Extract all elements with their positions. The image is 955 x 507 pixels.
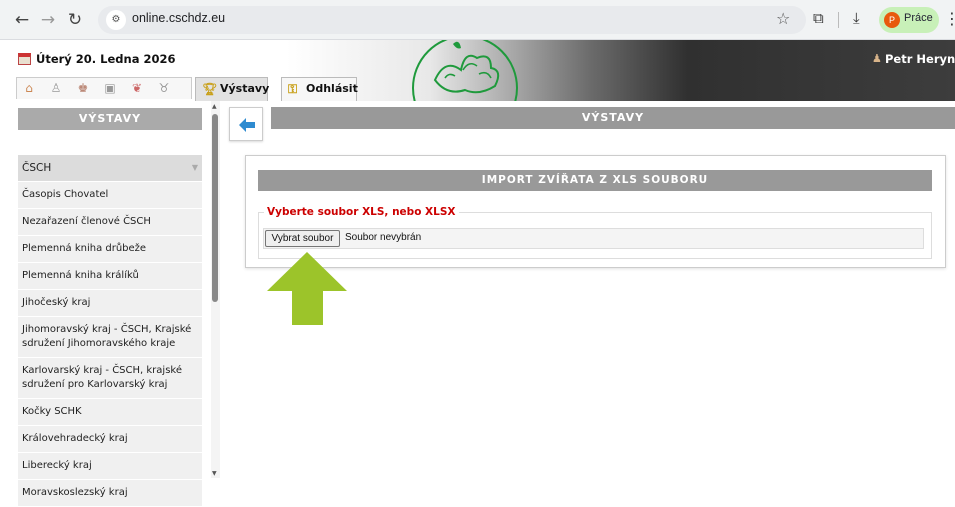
tab-label: Výstavy (220, 82, 270, 95)
extensions-icon[interactable]: ⧉ (813, 9, 824, 27)
calendar-icon (18, 53, 31, 65)
user-icon: ♟ (872, 52, 882, 65)
toolbar-divider (838, 12, 839, 28)
sidebar-item[interactable]: Královehradecký kraj (18, 426, 202, 453)
sidebar-item[interactable]: Karlovarský kraj - ČSCH, krajské sdružen… (18, 358, 202, 399)
back-arrow-icon (239, 118, 255, 132)
sidebar-group-label: ČSCH (22, 162, 52, 174)
user-name[interactable]: Petr Heryne (885, 52, 955, 66)
sidebar-item[interactable]: Kočky SCHK (18, 399, 202, 426)
profile-avatar[interactable]: P (884, 12, 900, 28)
key-icon: ⚿ (288, 82, 298, 96)
page-title: VÝSTAVY (271, 107, 955, 129)
sidebar-item[interactable]: Jihočeský kraj (18, 290, 202, 317)
menu-icon[interactable]: ⋮ (944, 9, 955, 28)
forward-arrow-icon[interactable]: → (36, 8, 60, 32)
back-button[interactable] (229, 107, 263, 141)
profile-label[interactable]: Práce (904, 12, 933, 24)
sidebar-item[interactable]: Plemenná kniha králíků (18, 263, 202, 290)
home-icon[interactable]: ⌂ (22, 81, 36, 95)
sidebar-list: ČSCH ▼ Časopis Chovatel Nezařazení členo… (18, 155, 202, 507)
sidebar-group-csch[interactable]: ČSCH ▼ (18, 155, 202, 182)
choose-file-button[interactable]: Vybrat soubor (265, 230, 340, 247)
users-icon[interactable]: ♙ (49, 81, 63, 95)
rooster-icon[interactable]: ❦ (130, 81, 144, 95)
url-text[interactable]: online.cschdz.eu (132, 11, 225, 25)
tab-label: Odhlásit (306, 82, 358, 95)
site-info-icon[interactable]: ⚙ (106, 10, 126, 30)
people-icon[interactable]: ♚ (76, 81, 90, 95)
back-arrow-icon[interactable]: ← (10, 8, 34, 32)
panel-title: IMPORT ZVÍŘATA Z XLS SOUBORU (258, 170, 932, 191)
scrollbar-thumb[interactable] (212, 114, 218, 302)
sidebar-item[interactable]: Nezařazení členové ČSCH (18, 209, 202, 236)
reload-icon[interactable]: ↻ (63, 8, 87, 32)
book-icon[interactable]: ▣ (103, 81, 117, 95)
sidebar-item[interactable]: Časopis Chovatel (18, 182, 202, 209)
fieldset-legend: Vyberte soubor XLS, nebo XLSX (264, 206, 459, 218)
sidebar-title: VÝSTAVY (18, 108, 202, 130)
sidebar-item[interactable]: Jihomoravský kraj - ČSCH, Krajské sdruže… (18, 317, 202, 358)
bookmark-star-icon[interactable]: ☆ (776, 9, 790, 28)
chevron-down-icon: ▼ (191, 163, 198, 172)
logo-icon (412, 40, 518, 101)
current-date: Úterý 20. Ledna 2026 (36, 52, 176, 66)
sidebar-item[interactable]: Liberecký kraj (18, 453, 202, 480)
download-icon[interactable]: ⤓ (853, 9, 860, 27)
file-status: Soubor nevybrán (345, 232, 422, 243)
tab-odhlasit[interactable]: ⚿ Odhlásit (281, 77, 358, 101)
sidebar-item[interactable]: Moravskoslezský kraj (18, 480, 202, 507)
scroll-down-icon[interactable]: ▼ (212, 470, 217, 477)
sidebar-item[interactable]: Plemenná kniha drůbeže (18, 236, 202, 263)
green-up-arrow-icon (267, 252, 347, 325)
scroll-up-icon[interactable]: ▲ (212, 103, 217, 110)
trophy-icon: 🏆︎ (202, 82, 218, 96)
tab-vystavy[interactable]: 🏆︎ Výstavy (195, 77, 270, 101)
rabbit-icon[interactable]: ♉ (157, 81, 171, 95)
